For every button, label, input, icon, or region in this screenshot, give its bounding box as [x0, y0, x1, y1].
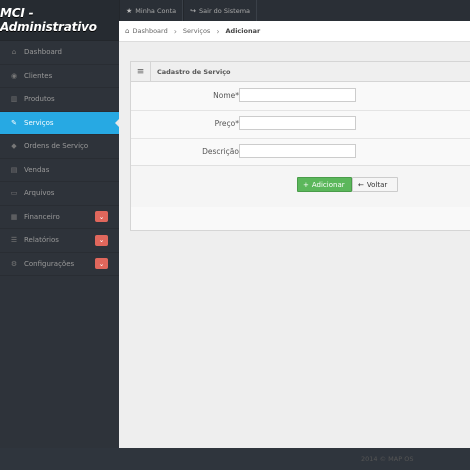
sidebar-item-dashboard[interactable]: ⌂ Dashboard [0, 41, 119, 65]
chevron-down-icon[interactable]: ⌄ [95, 211, 108, 223]
logout-label: Sair do Sistema [199, 6, 251, 15]
chevron-down-icon[interactable]: ⌄ [95, 258, 108, 270]
form-actions: + Adicionar ← Voltar [131, 165, 470, 207]
share-icon: ↪ [190, 6, 197, 15]
sidebar-item-vendas[interactable]: ▤ Vendas [0, 159, 119, 182]
home-icon: ⌂ [11, 48, 17, 57]
nome-label: Nome* [213, 91, 239, 100]
group-icon: ◉ [10, 71, 18, 80]
sidebar-item-label: Arquivos [24, 189, 55, 198]
sidebar-item-ordens[interactable]: ◆ Ordens de Serviço [0, 135, 119, 159]
list-icon: ☰ [10, 236, 18, 245]
back-button[interactable]: ← Voltar [352, 177, 398, 192]
footer-text: 2014 © MAP OS [361, 455, 414, 463]
breadcrumb-current[interactable]: Adicionar [226, 27, 261, 35]
sidebar-item-label: Configurações [24, 259, 75, 268]
sidebar-item-produtos[interactable]: ▥ Produtos [0, 88, 119, 112]
tags-icon: ◆ [11, 142, 17, 151]
sidebar-item-label: Produtos [24, 95, 55, 104]
sidebar-item-servicos[interactable]: ✎ Serviços [0, 111, 120, 135]
back-button-label: Voltar [366, 180, 388, 189]
breadcrumb: ⌂ Dashboard › Serviços › Adicionar [119, 21, 470, 42]
sidebar-item-arquivos[interactable]: ▭ Arquivos [0, 182, 119, 206]
sidebar-item-label: Vendas [24, 165, 50, 174]
form-row-descricao: Descrição [131, 138, 470, 166]
sidebar: ⌂ Dashboard ◉ Clientes ▥ Produtos ✎ Serv… [0, 40, 120, 448]
arrow-left-icon: ← [358, 180, 364, 189]
sidebar-item-label: Financeiro [24, 212, 60, 221]
sidebar-item-financeiro[interactable]: ▦ Financeiro ⌄ [0, 206, 119, 229]
wrench-icon: ✎ [11, 118, 17, 127]
descricao-label: Descrição [202, 147, 239, 156]
preco-label: Preço* [214, 119, 239, 128]
chevron-right-icon: › [173, 26, 177, 36]
breadcrumb-dashboard[interactable]: Dashboard [132, 27, 167, 35]
service-form-panel: ≡ Cadastro de Serviço Nome* Preço* Descr… [130, 61, 470, 231]
star-icon: ★ [126, 6, 133, 15]
cart-icon: ▤ [10, 165, 18, 174]
menu-icon: ≡ [131, 62, 151, 81]
hdd-icon: ▭ [10, 189, 18, 198]
cog-icon: ⚙ [10, 259, 18, 268]
home-icon: ⌂ [125, 27, 130, 35]
chevron-down-icon[interactable]: ⌄ [95, 234, 108, 246]
sidebar-item-label: Dashboard [24, 48, 62, 57]
barcode-icon: ▥ [10, 95, 18, 104]
sidebar-item-label: Serviços [24, 118, 54, 127]
sidebar-item-clientes[interactable]: ◉ Clientes [0, 65, 119, 88]
sidebar-item-relatorios[interactable]: ☰ Relatórios ⌄ [0, 229, 119, 253]
my-account-label: Minha Conta [135, 6, 177, 15]
panel-header: ≡ Cadastro de Serviço [131, 62, 470, 82]
sidebar-item-label: Clientes [24, 71, 53, 80]
form-row-preco: Preço* [131, 110, 470, 139]
preco-input[interactable] [239, 116, 356, 130]
form-row-nome: Nome* [131, 82, 470, 111]
main-content: ⌂ Dashboard › Serviços › Adicionar ≡ Cad… [119, 21, 470, 448]
add-button[interactable]: + Adicionar [297, 177, 352, 192]
sidebar-item-label: Ordens de Serviço [24, 142, 89, 151]
money-icon: ▦ [10, 212, 18, 221]
logout-link[interactable]: ↪ Sair do Sistema [183, 0, 258, 21]
breadcrumb-servicos[interactable]: Serviços [183, 27, 210, 35]
sidebar-item-label: Relatórios [24, 236, 59, 245]
nome-input[interactable] [239, 88, 356, 102]
panel-title: Cadastro de Serviço [157, 67, 231, 76]
chevron-right-icon: › [216, 26, 220, 36]
brand-title: MCI - Administrativo [0, 0, 119, 40]
descricao-input[interactable] [239, 144, 356, 158]
my-account-link[interactable]: ★ Minha Conta [119, 0, 184, 21]
plus-icon: + [303, 180, 309, 189]
footer: 2014 © MAP OS [0, 448, 470, 470]
sidebar-item-configuracoes[interactable]: ⚙ Configurações ⌄ [0, 253, 119, 276]
top-navbar: ★ Minha Conta ↪ Sair do Sistema [119, 0, 470, 21]
add-button-label: Adicionar [311, 180, 345, 189]
